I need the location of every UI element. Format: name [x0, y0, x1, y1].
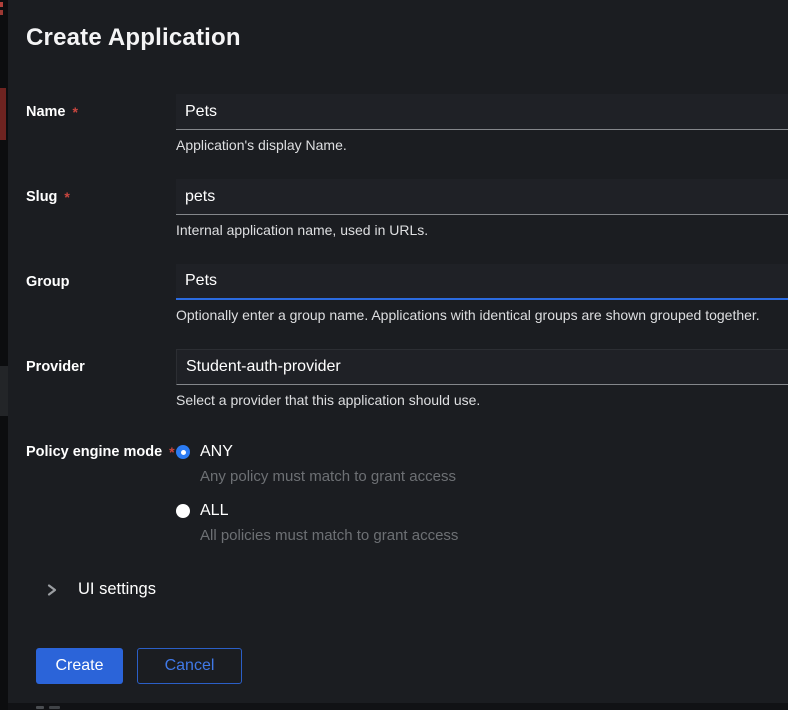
logo-fragment-icon — [0, 10, 3, 15]
group-label: Group — [26, 264, 176, 300]
policy-option-all-help: All policies must match to grant access — [200, 527, 459, 544]
name-label: Name * — [26, 94, 176, 130]
policy-engine-mode-label: Policy engine mode * — [26, 443, 176, 461]
chevron-right-icon — [47, 583, 57, 596]
group-help: Optionally enter a group name. Applicati… — [176, 307, 760, 323]
background-sidebar-edge — [0, 0, 8, 710]
create-button[interactable]: Create — [36, 648, 123, 684]
slug-input[interactable] — [176, 179, 788, 215]
cut-off-page-content — [36, 706, 44, 709]
provider-select[interactable] — [176, 349, 788, 385]
provider-help: Select a provider that this application … — [176, 392, 481, 408]
sidebar-red-accent — [0, 88, 6, 140]
modal-footer: Create Cancel — [36, 648, 242, 684]
slug-label: Slug * — [26, 179, 176, 215]
cancel-button[interactable]: Cancel — [137, 648, 242, 684]
policy-mode-any-radio[interactable] — [176, 445, 190, 459]
create-application-modal: Create Application Name * Application's … — [8, 0, 788, 703]
slug-field-col: Internal application name, used in URLs. — [176, 179, 788, 238]
policy-option-any-help: Any policy must match to grant access — [200, 468, 456, 485]
ui-settings-toggle[interactable]: UI settings — [45, 580, 156, 599]
policy-engine-mode-options: ANY Any policy must match to grant acces… — [176, 443, 788, 561]
required-asterisk: * — [169, 444, 175, 460]
cut-off-page-content — [49, 706, 60, 709]
policy-engine-mode-label-text: Policy engine mode — [26, 444, 163, 460]
policy-option-all: ALL All policies must match to grant acc… — [176, 502, 788, 544]
required-asterisk: * — [72, 104, 78, 120]
group-label-text: Group — [26, 274, 70, 290]
policy-mode-all-radio[interactable] — [176, 504, 190, 518]
name-input[interactable] — [176, 94, 788, 130]
name-field-col: Application's display Name. — [176, 94, 788, 153]
radio-dot — [180, 449, 186, 455]
slug-help: Internal application name, used in URLs. — [176, 222, 429, 238]
required-asterisk: * — [64, 189, 70, 205]
provider-field-col: Select a provider that this application … — [176, 349, 788, 408]
slug-label-text: Slug — [26, 189, 58, 205]
group-input[interactable] — [176, 264, 788, 300]
group-field-col: Optionally enter a group name. Applicati… — [176, 264, 788, 323]
policy-option-all-label[interactable]: ALL — [200, 502, 458, 520]
sidebar-highlight-edge — [0, 366, 8, 416]
provider-label-text: Provider — [26, 359, 85, 375]
provider-label: Provider — [26, 349, 176, 385]
policy-option-any-label[interactable]: ANY — [200, 443, 456, 461]
name-help: Application's display Name. — [176, 137, 347, 153]
modal-title: Create Application — [26, 24, 241, 51]
policy-option-any-body: ANY Any policy must match to grant acces… — [200, 443, 456, 485]
logo-fragment-icon — [0, 2, 3, 7]
page-behind-modal — [8, 703, 788, 710]
policy-option-all-body: ALL All policies must match to grant acc… — [200, 502, 458, 544]
ui-settings-label: UI settings — [78, 580, 156, 598]
policy-option-any: ANY Any policy must match to grant acces… — [176, 443, 788, 485]
name-label-text: Name — [26, 104, 66, 120]
